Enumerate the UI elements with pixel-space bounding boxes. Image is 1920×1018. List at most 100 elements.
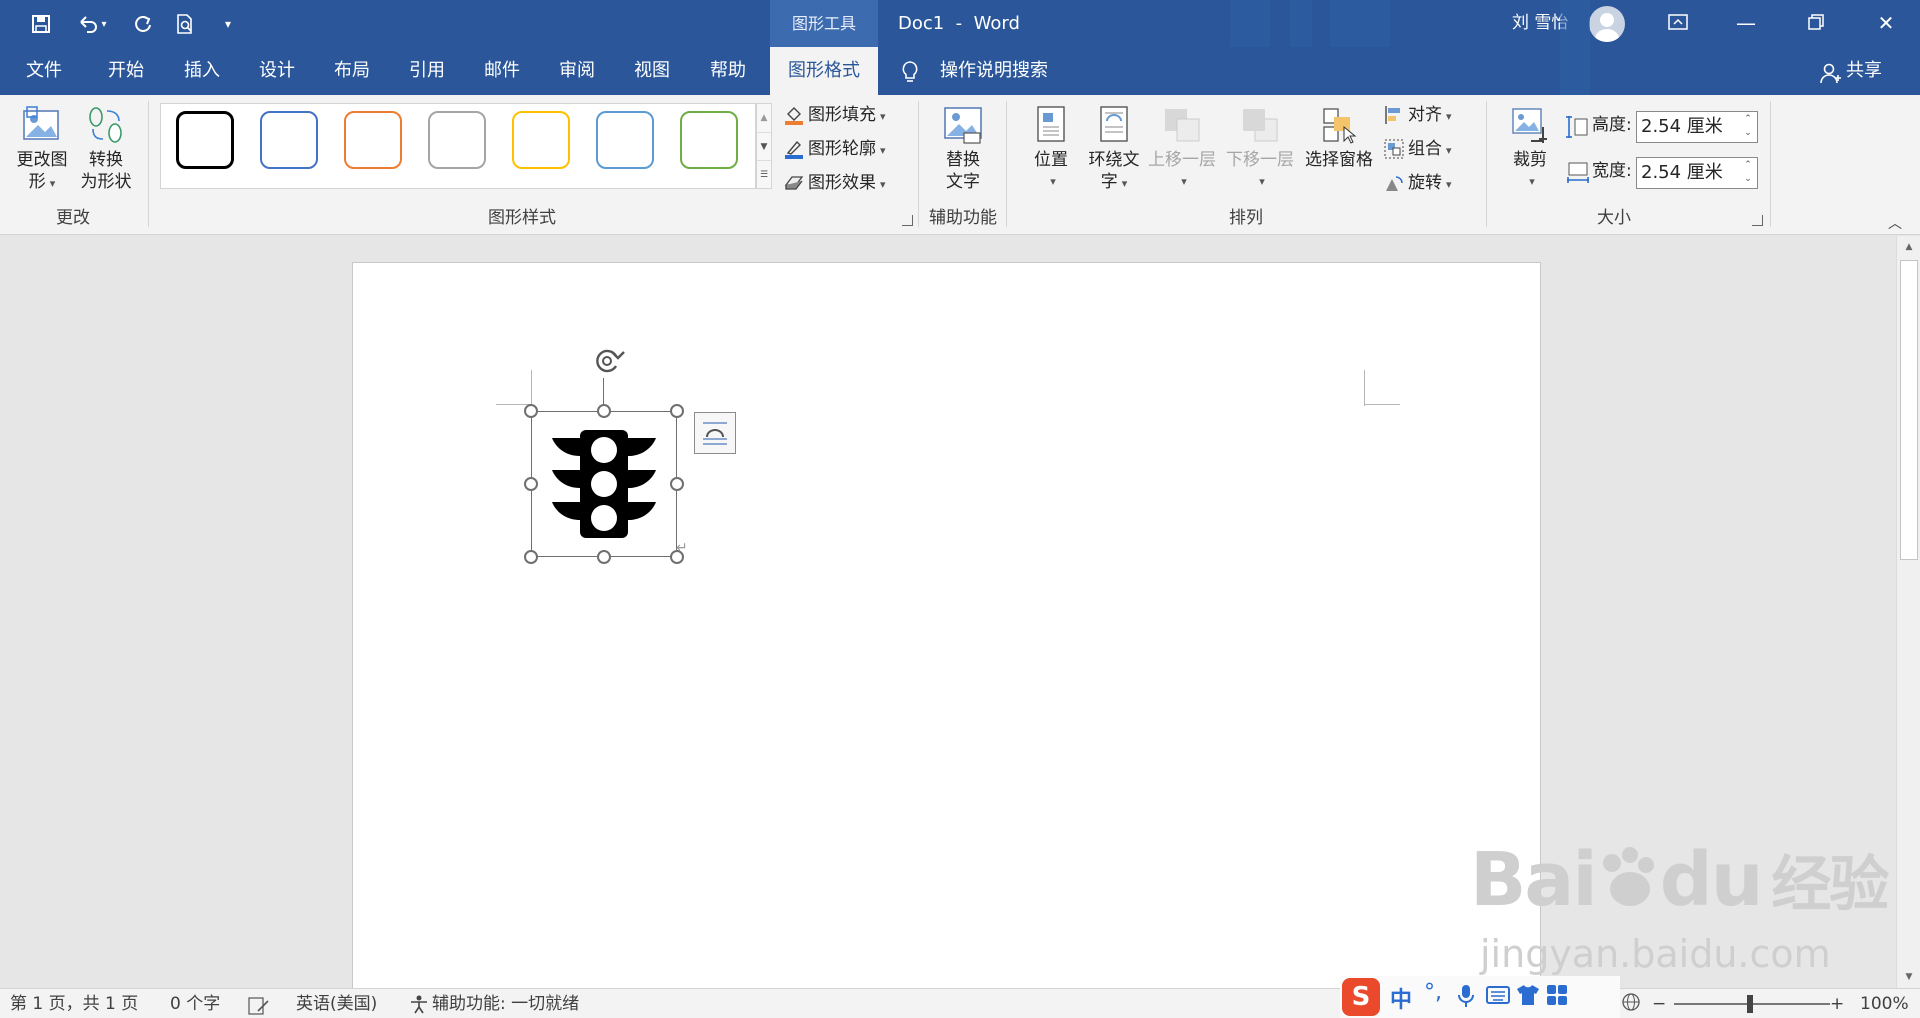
view-web-icon[interactable] [1620,991,1642,1015]
style-swatch-5[interactable] [512,111,570,169]
word-count[interactable]: 0 个字 [170,989,220,1018]
style-swatch-2[interactable] [260,111,318,169]
spin-up-icon[interactable]: ⌃ [1741,158,1755,172]
width-input[interactable]: 2.54 厘米 ⌃ ⌄ [1636,157,1758,189]
height-input[interactable]: 2.54 厘米 ⌃ ⌄ [1636,111,1758,143]
redo-icon[interactable] [128,11,158,37]
rotate-handle-icon[interactable] [588,344,628,378]
toolbox-grid-icon[interactable] [1546,984,1568,1010]
resize-handle-ne[interactable] [670,404,684,418]
restore-icon[interactable] [1788,0,1844,47]
tell-me-search[interactable]: 操作说明搜索 [940,47,1048,95]
tab-view[interactable]: 视图 [614,47,690,95]
gallery-scroll[interactable]: ▲ ▼ ☰ [756,103,772,189]
zoom-in-icon[interactable]: + [1830,989,1844,1018]
bring-forward-button[interactable]: 上移一层 ▾ [1144,105,1220,193]
spin-down-icon[interactable]: ⌄ [1741,126,1755,140]
shape-effects-label: 图形效果 [808,173,876,193]
shape-fill-button[interactable]: 图形填充 ▾ [784,101,886,129]
collapse-ribbon-icon[interactable]: ︿ [1888,213,1902,233]
avatar[interactable] [1589,6,1625,42]
accessibility-status[interactable]: 辅助功能: 一切就绪 [432,989,579,1018]
tab-insert[interactable]: 插入 [164,47,240,95]
size-dialog-launcher-icon[interactable] [1752,215,1763,226]
wrap-text-button[interactable]: 环绕文 字 ▾ [1082,105,1146,195]
share-button[interactable]: 共享 [1846,47,1882,95]
scroll-thumb[interactable] [1900,260,1918,560]
selection-pane-button[interactable]: 选择窗格 [1300,105,1378,171]
zoom-slider-thumb[interactable] [1747,995,1753,1013]
style-swatch-1[interactable] [176,111,234,169]
tab-shape-format[interactable]: 图形格式 [770,47,878,95]
spin-down-icon[interactable]: ⌄ [1741,172,1755,186]
traffic-light-icon[interactable] [552,430,656,538]
style-swatch-3[interactable] [344,111,402,169]
crop-button[interactable]: 裁剪 ▾ [1500,105,1560,193]
styles-dialog-launcher-icon[interactable] [902,215,913,226]
spin-up-icon[interactable]: ⌃ [1741,112,1755,126]
send-backward-button[interactable]: 下移一层 ▾ [1222,105,1298,193]
scroll-up-icon[interactable]: ▲ [1897,236,1920,258]
resize-handle-sw[interactable] [524,550,538,564]
layout-options-icon[interactable] [694,412,736,454]
resize-handle-e[interactable] [670,477,684,491]
margin-mark [1364,370,1365,406]
shape-outline-button[interactable]: 图形轮廓 ▾ [784,135,886,163]
alt-text-button[interactable]: 替换 文字 [930,105,996,193]
position-button[interactable]: 位置 ▾ [1020,105,1082,193]
print-preview-icon[interactable] [170,11,200,37]
zoom-level[interactable]: 100% [1860,989,1909,1018]
punctuation-icon[interactable]: °, [1424,980,1442,1005]
minimize-icon[interactable]: — [1718,0,1774,47]
height-icon [1566,115,1588,143]
chevron-down-icon: ▾ [1446,178,1452,191]
page-count[interactable]: 第 1 页，共 1 页 [10,989,138,1018]
tab-file[interactable]: 文件 [0,47,88,95]
scroll-down-icon[interactable]: ▼ [1897,966,1920,988]
skin-shirt-icon[interactable] [1516,984,1540,1010]
vertical-scrollbar[interactable]: ▲ ▼ [1896,236,1920,988]
tab-help[interactable]: 帮助 [690,47,766,95]
accessibility-icon [408,994,430,1014]
wrap-text-label-1: 环绕文 [1088,150,1140,170]
chevron-down-icon: ▾ [1446,144,1452,157]
style-swatch-6[interactable] [596,111,654,169]
close-icon[interactable]: ✕ [1858,0,1914,47]
microphone-icon[interactable] [1458,984,1474,1012]
width-spinner[interactable]: ⌃ ⌄ [1741,158,1755,188]
zoom-out-icon[interactable]: − [1652,989,1666,1018]
shape-effects-button[interactable]: 图形效果 ▾ [784,169,886,197]
style-swatch-7[interactable] [680,111,738,169]
keyboard-icon[interactable] [1486,986,1510,1008]
gallery-up-icon[interactable]: ▲ [757,104,771,132]
gallery-more-icon[interactable]: ☰ [757,160,771,188]
wrap-text-icon [1093,105,1135,145]
language[interactable]: 英语(美国) [296,989,377,1018]
resize-handle-w[interactable] [524,477,538,491]
selected-shape-frame[interactable] [531,411,677,557]
resize-handle-n[interactable] [597,404,611,418]
tab-review[interactable]: 审阅 [540,47,614,95]
ribbon-display-icon[interactable] [1650,0,1706,47]
tab-design[interactable]: 设计 [240,47,314,95]
tab-layout[interactable]: 布局 [314,47,390,95]
ime-chinese-mode[interactable]: 中 [1390,982,1412,1014]
tab-home[interactable]: 开始 [88,47,164,95]
align-button[interactable]: 对齐 ▾ [1384,101,1452,129]
height-spinner[interactable]: ⌃ ⌄ [1741,112,1755,142]
resize-handle-s[interactable] [597,550,611,564]
gallery-down-icon[interactable]: ▼ [757,132,771,160]
group-button[interactable]: 组合 ▾ [1384,135,1452,163]
save-icon[interactable] [26,11,56,37]
customize-qat-icon[interactable]: ▾ [216,11,240,37]
proofing-icon[interactable] [248,995,270,1015]
undo-icon[interactable]: ▾ [70,11,114,37]
tab-references[interactable]: 引用 [390,47,464,95]
tab-mailings[interactable]: 邮件 [464,47,540,95]
sogou-logo[interactable]: S [1342,978,1380,1016]
style-swatch-4[interactable] [428,111,486,169]
resize-handle-nw[interactable] [524,404,538,418]
rotate-button[interactable]: 旋转 ▾ [1384,169,1452,197]
change-shape-button[interactable]: 更改图 形 ▾ [10,105,74,195]
convert-to-shape-button[interactable]: 转换 为形状 [76,105,136,193]
